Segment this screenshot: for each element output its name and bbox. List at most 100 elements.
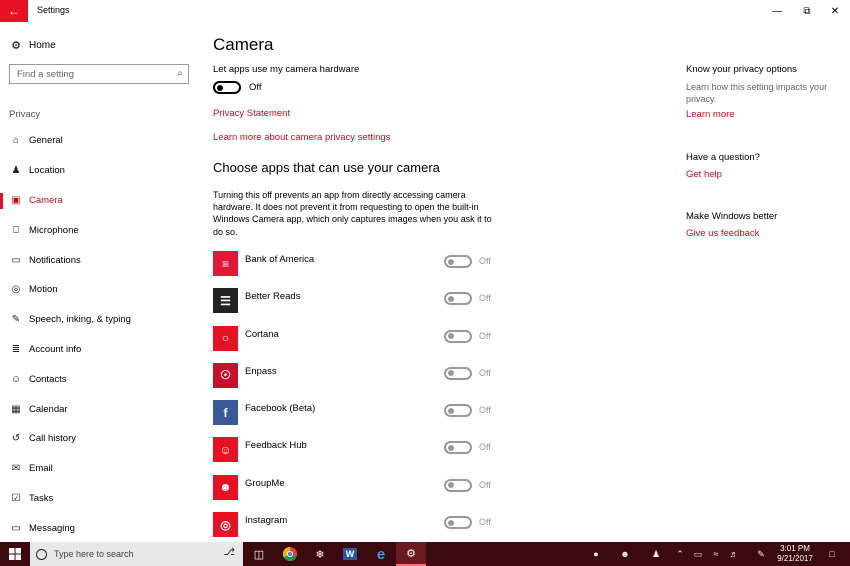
app-toggle-state: Off [479,442,491,453]
volume-icon[interactable]: ♬ [726,542,742,566]
sidebar-item-label: Camera [29,194,63,206]
sidebar-item-label: Email [29,463,53,475]
sidebar-item-call-history[interactable]: ↺ Call history [0,424,198,454]
sidebar-item-messaging[interactable]: ▭ Messaging [0,513,198,543]
window-title: Settings [37,5,70,15]
sidebar-item-camera[interactable]: ▣ Camera [0,186,198,216]
microphone-icon[interactable]: ⎇ [223,547,235,558]
app-name: GroupMe [245,477,285,489]
close-icon: ✕ [830,5,840,17]
feedback-hub-icon: ☺ [213,437,238,463]
camera-master-toggle[interactable] [213,81,241,94]
sidebar-item-location[interactable]: ♟ Location [0,156,198,186]
main-content: Camera Let apps use my camera hardware O… [213,22,653,542]
sidebar: ⚙ Home Find a setting ⌕ Privacy ⌂ Genera… [0,22,198,542]
pinned-app-icon[interactable]: ❄ [305,542,335,566]
app-name: Bank of America [245,254,315,265]
clock-time: 3:01 PM [780,544,810,553]
app-toggle[interactable] [444,292,472,306]
home-link[interactable]: ⚙ Home [9,39,56,52]
app-toggle[interactable] [444,478,472,492]
close-button[interactable]: ✕ [820,0,850,22]
make-better-heading: Make Windows better [686,211,778,222]
sidebar-item-label: General [29,135,63,147]
sidebar-item-label: Location [29,165,65,177]
search-placeholder: Find a setting [17,69,75,80]
app-toggle-state: Off [479,367,491,378]
restore-button[interactable]: ⧉ [792,0,822,22]
app-toggle[interactable] [444,329,472,343]
app-list: ≡ Bank of America Off ☰ Better Reads Off… [213,251,513,549]
taskbar-search-box[interactable]: Type here to search ⎇ [30,542,243,566]
find-setting-input[interactable]: Find a setting ⌕ [9,64,189,84]
edge-icon[interactable]: e [366,542,396,566]
settings-taskbar-icon[interactable]: ⚙ [396,542,426,566]
sidebar-item-calendar[interactable]: ▦ Calendar [0,394,198,424]
sidebar-item-notifications[interactable]: ▭ Notifications [0,245,198,275]
taskbar: Type here to search ⎇ ◫ ❄ W e ⚙ ● ☻ ♟ ⌃ … [0,542,850,566]
start-button[interactable] [0,542,30,566]
back-arrow-icon: ← [8,4,20,18]
question-heading: Have a question? [686,152,760,163]
app-name: Instagram [245,515,288,527]
app-row-feedback-hub: ☺ Feedback Hub Off [213,437,513,474]
app-toggle[interactable] [444,404,472,418]
sidebar-item-tasks[interactable]: ☑ Tasks [0,484,198,514]
privacy-options-text: Learn how this setting impacts your priv… [686,82,828,104]
apps-section-heading: Choose apps that can use your camera [213,160,440,175]
messaging-icon: ▭ [11,522,21,534]
app-toggle-state: Off [479,293,491,304]
minimize-button[interactable]: — [762,0,792,22]
home-label: Home [29,40,56,51]
cortana-icon: ○ [213,325,238,351]
people-icon[interactable]: ♟ [646,542,666,566]
taskbar-clock[interactable]: 3:01 PM 9/21/2017 [770,544,820,564]
app-name: Feedback Hub [245,440,307,452]
chrome-logo-icon [283,547,297,561]
pen-workspace-icon[interactable]: ✎ [752,542,770,566]
app-toggle[interactable] [444,441,472,455]
section-label-privacy: Privacy [9,109,41,120]
app-toggle-state: Off [479,479,491,490]
learn-more-camera-link[interactable]: Learn more about camera privacy settings [213,132,390,143]
show-hidden-icons-icon[interactable]: ⌃ [672,542,688,566]
get-help-link[interactable]: Get help [686,169,722,180]
app-toggle[interactable] [444,255,472,268]
sidebar-item-motion[interactable]: ◎ Motion [0,275,198,305]
sidebar-item-speech[interactable]: ✎ Speech, inking, & typing [0,305,198,335]
privacy-statement-link[interactable]: Privacy Statement [213,108,290,119]
notifications-icon: ▭ [11,254,21,266]
back-button[interactable]: ← [0,0,28,22]
battery-icon[interactable]: ▭ [690,542,706,566]
app-row-facebook: f Facebook (Beta) Off [213,400,513,437]
app-toggle-state: Off [479,330,491,341]
cortana-circle-icon [36,548,47,560]
chrome-icon[interactable] [275,542,305,566]
contacts-icon: ☺ [10,373,22,385]
master-toggle-label: Let apps use my camera hardware [213,64,360,75]
profile-avatar-icon[interactable]: ☻ [614,542,636,566]
app-row-better-reads: ☰ Better Reads Off [213,288,513,325]
sidebar-item-label: Calendar [29,403,68,415]
sidebar-item-microphone[interactable]: ⎕ Microphone [0,215,198,245]
sidebar-item-email[interactable]: ✉ Email [0,454,198,484]
location-icon: ♟ [11,165,21,177]
app-toggle[interactable] [444,366,472,380]
sidebar-item-account-info[interactable]: ≣ Account info [0,335,198,365]
search-icon[interactable]: ⌕ [177,68,183,79]
task-view-icon[interactable]: ◫ [244,542,274,566]
network-icon[interactable]: ≈ [708,542,724,566]
sidebar-item-general[interactable]: ⌂ General [0,126,198,156]
learn-more-link[interactable]: Learn more [686,109,735,120]
people-avatar-icon[interactable]: ● [585,542,607,566]
app-toggle-state: Off [479,405,491,416]
app-toggle[interactable] [444,516,472,530]
clock-date: 9/21/2017 [777,554,813,563]
feedback-link[interactable]: Give us feedback [686,228,759,239]
app-toggle-state: Off [479,517,491,528]
word-icon[interactable]: W [335,542,365,566]
restore-icon: ⧉ [803,5,811,17]
windows-logo-icon [9,548,21,560]
action-center-icon[interactable]: □ [822,542,842,566]
sidebar-item-contacts[interactable]: ☺ Contacts [0,364,198,394]
